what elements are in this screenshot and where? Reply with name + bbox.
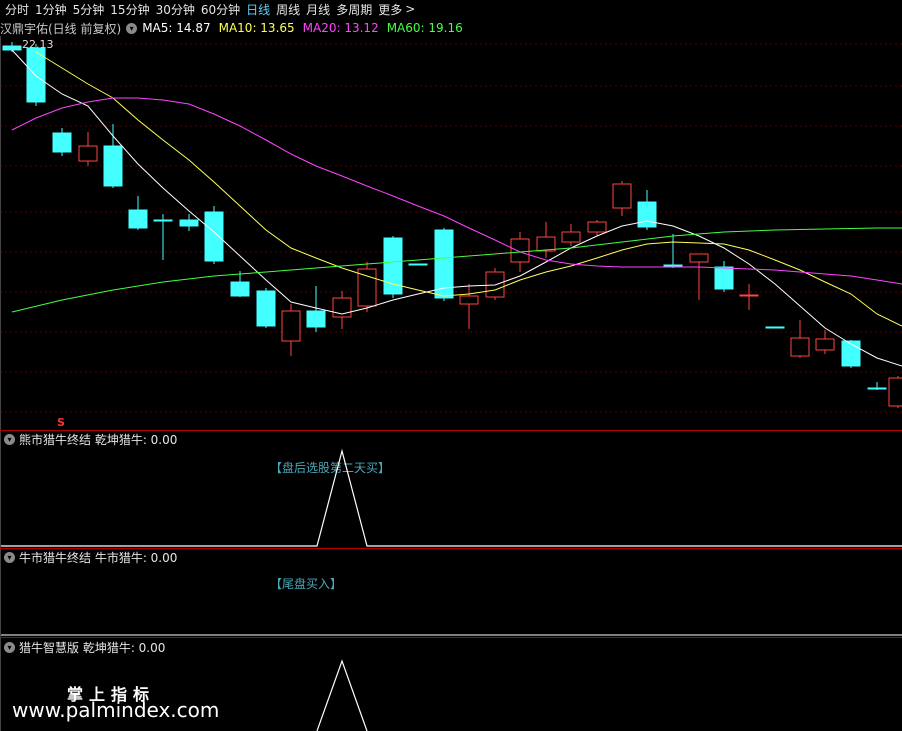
- candle-down: [2, 45, 22, 51]
- signal-mark: S: [57, 416, 65, 429]
- period-tab-3[interactable]: 15分钟: [110, 1, 149, 18]
- candle-down: [256, 290, 276, 327]
- ma-legend-2: MA20: 13.12: [302, 21, 379, 35]
- candle-up: [536, 236, 556, 252]
- candle-down: [179, 219, 199, 227]
- candle-down: [841, 340, 861, 367]
- candle-down: [306, 310, 326, 328]
- period-tab-10[interactable]: 更多: [378, 1, 402, 18]
- candle-up: [689, 253, 709, 263]
- candle-down: [230, 281, 250, 297]
- candle-up: [790, 337, 810, 357]
- watermark-url: www.palmindex.com: [12, 698, 220, 722]
- high-price-label: 22.13: [22, 38, 54, 51]
- candle-up: [281, 310, 301, 342]
- candle-down: [867, 387, 887, 390]
- period-tab-6[interactable]: 日线: [246, 1, 270, 18]
- candle-up: [561, 231, 581, 243]
- period-toolbar: 分时 1分钟 5分钟 15分钟 30分钟 60分钟 日线 周线 月线 多周期 更多 >: [0, 0, 902, 18]
- candle-down: [128, 209, 148, 229]
- panel3-signal-line: [316, 659, 368, 731]
- candle-up: [815, 338, 835, 351]
- ma-legend-3: MA60: 19.16: [386, 21, 463, 35]
- candle-down: [103, 145, 123, 187]
- stock-title: 汉鼎宇佑(日线 前复权): [0, 21, 122, 36]
- candle-down: [52, 132, 72, 153]
- candle-up: [459, 295, 479, 305]
- settings-circle-icon[interactable]: ▾: [126, 22, 138, 34]
- candle-down: [408, 263, 428, 266]
- period-tab-0[interactable]: 分时: [5, 1, 29, 18]
- period-tab-8[interactable]: 月线: [306, 1, 330, 18]
- period-tab-7[interactable]: 周线: [276, 1, 300, 18]
- candle-down: [663, 264, 683, 267]
- candle-down: [204, 211, 224, 262]
- candle-down: [153, 219, 173, 222]
- more-arrow-icon[interactable]: >: [405, 2, 415, 16]
- period-tab-2[interactable]: 5分钟: [73, 1, 105, 18]
- candle-up: [739, 294, 759, 297]
- main-chart-infobar: 汉鼎宇佑(日线 前复权) ▾ MA5: 14.87 MA10: 13.65 MA20…: [0, 20, 471, 36]
- period-tab-4[interactable]: 30分钟: [156, 1, 195, 18]
- candle-down: [765, 326, 785, 329]
- candle-down: [637, 201, 657, 228]
- candle-up: [78, 145, 98, 162]
- candlestick-chart[interactable]: [0, 36, 902, 430]
- candle-up: [612, 183, 632, 209]
- period-tab-1[interactable]: 1分钟: [35, 1, 67, 18]
- candle-up: [510, 238, 530, 263]
- panel1-indicator: [0, 431, 902, 549]
- panel1-signal-line: [0, 448, 902, 547]
- candle-up: [888, 377, 902, 407]
- ma-legend-group: MA5: 14.87 MA10: 13.65 MA20: 13.12 MA60: 19…: [142, 21, 471, 35]
- candle-up: [587, 221, 607, 233]
- period-tab-5[interactable]: 60分钟: [201, 1, 240, 18]
- ma-legend-1: MA10: 13.65: [218, 21, 295, 35]
- period-tab-9[interactable]: 多周期: [336, 1, 372, 18]
- candle-up: [357, 268, 377, 307]
- ma-legend-0: MA5: 14.87: [142, 21, 211, 35]
- candle-down: [714, 266, 734, 290]
- panel2-indicator: [0, 549, 902, 637]
- ma5-line: [11, 49, 902, 367]
